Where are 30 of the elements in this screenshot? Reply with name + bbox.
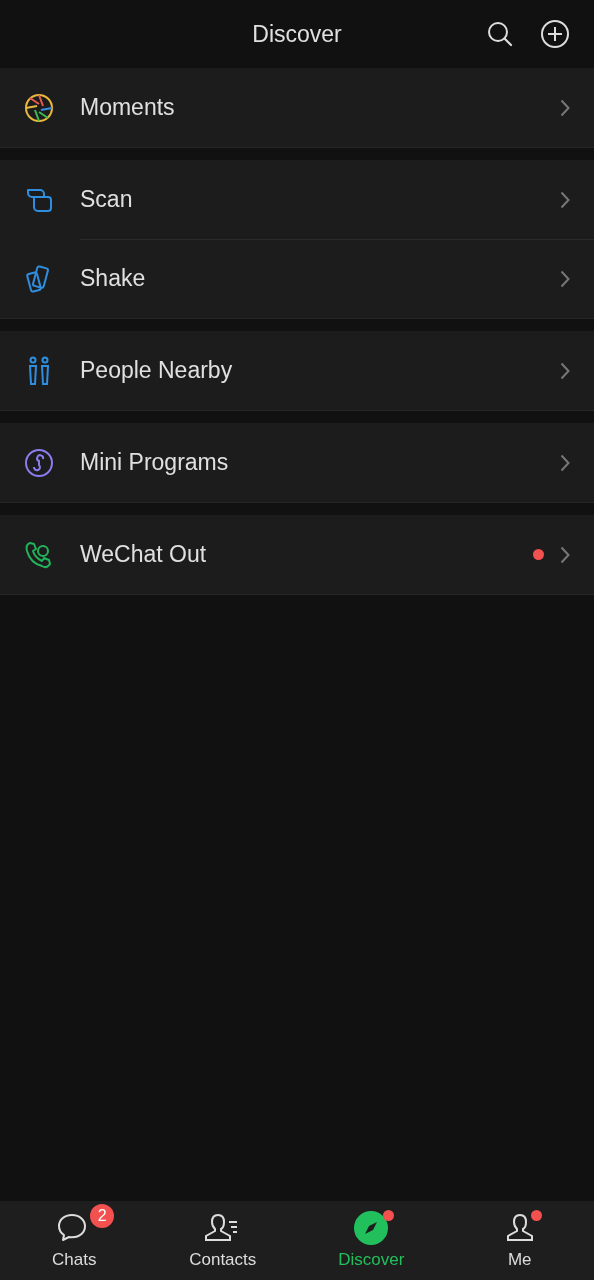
chevron-icon <box>560 453 570 472</box>
row-label: WeChat Out <box>80 541 208 568</box>
menu-row[interactable]: Mini Programs <box>0 423 594 502</box>
chevron-icon <box>560 98 570 117</box>
tab[interactable]: Me <box>445 1201 594 1280</box>
row-label: Shake <box>80 265 147 292</box>
tab[interactable]: Contacts <box>148 1201 297 1280</box>
aperture-icon <box>24 92 54 123</box>
tab[interactable]: Discover <box>297 1201 446 1280</box>
row-label: Scan <box>80 186 134 213</box>
menu-row[interactable]: Shake <box>0 239 594 318</box>
tab[interactable]: 2 Chats <box>0 1201 149 1280</box>
row-label: People Nearby <box>80 357 234 384</box>
row-label: Mini Programs <box>80 449 230 476</box>
page-title: Discover <box>252 20 342 48</box>
menu-row[interactable]: Scan <box>0 160 594 239</box>
chevron-icon <box>560 361 570 380</box>
compass-icon <box>354 1211 389 1245</box>
row-label: Moments <box>80 94 176 121</box>
chevron-icon <box>560 269 570 288</box>
chevron-icon <box>560 545 570 564</box>
menu-row[interactable]: People Nearby <box>0 331 594 410</box>
menu-row[interactable]: WeChat Out <box>0 515 594 594</box>
menu-row[interactable]: Moments <box>0 68 594 147</box>
unread-count: 2 <box>90 1204 115 1228</box>
add-icon[interactable] <box>540 19 570 49</box>
mini-program-icon <box>24 447 54 478</box>
phone-icon <box>24 539 54 570</box>
search-icon[interactable] <box>486 20 514 48</box>
chevron-icon <box>560 190 570 209</box>
